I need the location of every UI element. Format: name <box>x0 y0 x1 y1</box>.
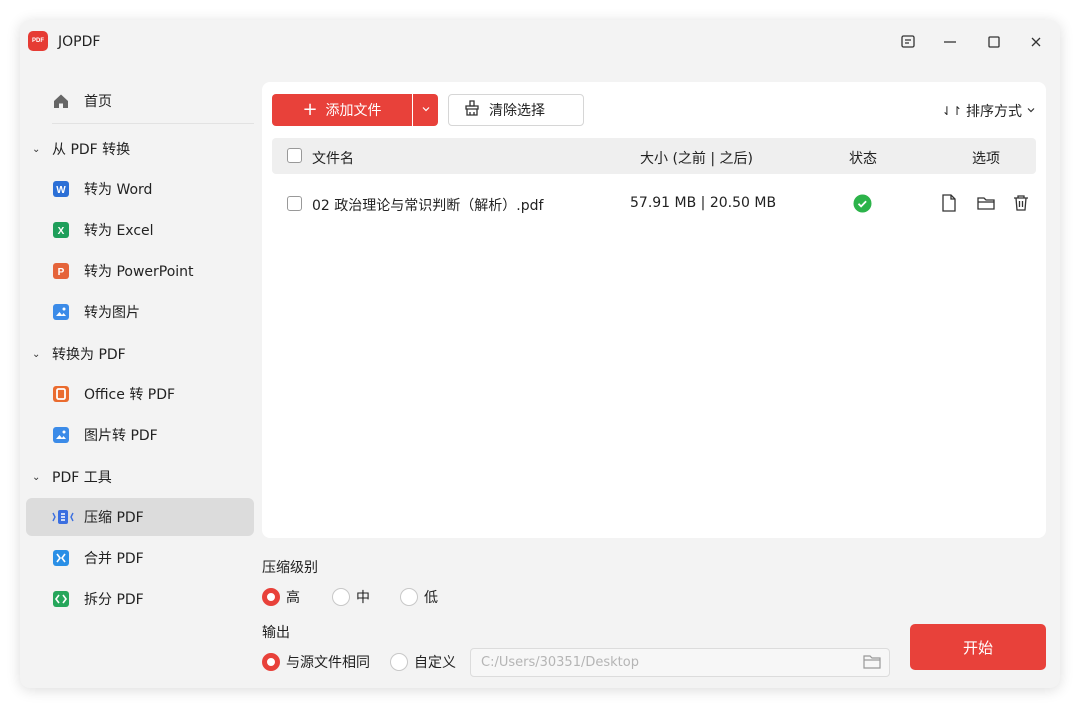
excel-icon: X <box>52 221 70 239</box>
chevron-down-icon <box>1026 103 1036 119</box>
radio-dot <box>262 588 280 606</box>
select-all-checkbox[interactable] <box>287 148 302 163</box>
delete-icon[interactable] <box>1012 193 1032 213</box>
output-path-field[interactable]: C:/Users/30351/Desktop <box>470 648 890 677</box>
table-header: 文件名 大小 (之前 | 之后) 状态 选项 <box>272 138 1036 174</box>
sidebar-item-image-to-pdf[interactable]: 图片转 PDF <box>26 416 254 454</box>
maximize-button[interactable] <box>980 30 1008 54</box>
sidebar-group-to-pdf[interactable]: ⌄ 转换为 PDF <box>26 337 254 371</box>
close-button[interactable] <box>1022 30 1050 54</box>
file-name: 02 政治理论与常识判断（解析）.pdf <box>312 198 544 214</box>
compression-level-label: 压缩级别 <box>262 560 318 576</box>
sidebar-item-office-to-pdf[interactable]: Office 转 PDF <box>26 375 254 413</box>
sidebar-item-home[interactable]: 首页 <box>26 82 254 120</box>
sidebar-item-label: 转为 Excel <box>84 223 154 239</box>
divider <box>52 123 254 124</box>
sidebar-item-label: 转为图片 <box>84 305 140 321</box>
home-icon <box>52 92 70 110</box>
compression-low-radio[interactable]: 低 <box>400 587 438 607</box>
office-icon <box>52 385 70 403</box>
add-file-dropdown[interactable] <box>413 94 438 126</box>
sort-icon: ⇃↾ <box>941 104 962 118</box>
table-row: 02 政治理论与常识判断（解析）.pdf 57.91 MB | 20.50 MB <box>272 184 1036 222</box>
chevron-down-icon <box>421 102 431 118</box>
sort-button[interactable]: ⇃↾ 排序方式 <box>942 101 1036 121</box>
sidebar-item-merge-pdf[interactable]: 合并 PDF <box>26 539 254 577</box>
svg-text:X: X <box>58 226 65 237</box>
plus-icon: + <box>302 99 318 120</box>
sidebar-item-label: Office 转 PDF <box>84 387 176 403</box>
broom-icon <box>463 99 481 121</box>
compress-icon <box>52 508 74 526</box>
radio-dot <box>390 653 408 671</box>
column-header-status: 状态 <box>849 151 877 167</box>
image-icon <box>52 426 70 444</box>
split-icon <box>52 590 70 608</box>
merge-icon <box>52 549 70 567</box>
sidebar-item-to-word[interactable]: W 转为 Word <box>26 170 254 208</box>
output-path-placeholder: C:/Users/30351/Desktop <box>481 655 639 670</box>
radio-label: 高 <box>286 590 300 606</box>
image-icon <box>52 303 70 321</box>
start-button[interactable]: 开始 <box>910 624 1046 670</box>
sidebar-group-label: 转换为 PDF <box>52 347 126 363</box>
sidebar-item-to-excel[interactable]: X 转为 Excel <box>26 211 254 249</box>
title-bar: PDF JOPDF <box>20 20 1060 64</box>
sidebar-item-label: 转为 Word <box>84 182 153 198</box>
word-icon: W <box>52 180 70 198</box>
chevron-down-icon: ⌄ <box>32 143 41 155</box>
radio-dot <box>332 588 350 606</box>
chevron-down-icon: ⌄ <box>32 348 41 360</box>
svg-text:W: W <box>56 185 66 196</box>
sort-label: 排序方式 <box>966 104 1022 120</box>
sidebar-item-to-image[interactable]: 转为图片 <box>26 293 254 331</box>
file-panel: + 添加文件 清除选择 ⇃↾ 排序方式 文件名 大小 (之前 | 之后) 状态 <box>262 82 1046 538</box>
file-size: 57.91 MB | 20.50 MB <box>630 195 777 211</box>
radio-dot <box>400 588 418 606</box>
sidebar-group-label: PDF 工具 <box>52 470 112 486</box>
radio-label: 低 <box>424 590 438 606</box>
powerpoint-icon: P <box>52 262 70 280</box>
minimize-button[interactable] <box>936 30 964 54</box>
clear-selection-button[interactable]: 清除选择 <box>448 94 584 126</box>
sidebar-item-label: 图片转 PDF <box>84 428 158 444</box>
output-custom-radio[interactable]: 自定义 <box>390 652 456 672</box>
sidebar-item-label: 拆分 PDF <box>84 592 144 608</box>
sidebar-item-to-powerpoint[interactable]: P 转为 PowerPoint <box>26 252 254 290</box>
column-header-size: 大小 (之前 | 之后) <box>640 151 753 167</box>
sidebar-group-from-pdf[interactable]: ⌄ 从 PDF 转换 <box>26 132 254 166</box>
sidebar-item-label: 转为 PowerPoint <box>84 264 194 280</box>
radio-label: 中 <box>356 590 370 606</box>
svg-text:P: P <box>58 267 65 278</box>
app-window: PDF JOPDF 首页 ⌄ 从 PDF 转换 W 转为 Word X 转为 E… <box>20 20 1060 688</box>
sidebar-group-label: 从 PDF 转换 <box>52 142 131 158</box>
clear-selection-label: 清除选择 <box>489 103 545 119</box>
open-folder-icon[interactable] <box>976 193 996 213</box>
sidebar-item-label: 首页 <box>84 94 112 110</box>
add-file-button[interactable]: + 添加文件 <box>272 94 412 126</box>
add-file-label: 添加文件 <box>325 103 382 119</box>
sidebar-item-split-pdf[interactable]: 拆分 PDF <box>26 580 254 618</box>
sidebar-item-compress-pdf[interactable]: 压缩 PDF <box>26 498 254 536</box>
open-file-icon[interactable] <box>940 193 960 213</box>
column-header-name: 文件名 <box>312 151 354 167</box>
output-label: 输出 <box>262 625 290 641</box>
app-logo-icon: PDF <box>28 31 48 51</box>
app-title: JOPDF <box>58 34 101 50</box>
output-same-as-source-radio[interactable]: 与源文件相同 <box>262 652 370 672</box>
column-header-options: 选项 <box>972 151 1000 167</box>
browse-folder-icon[interactable] <box>863 654 881 670</box>
chevron-down-icon: ⌄ <box>32 471 41 483</box>
sidebar-group-pdf-tools[interactable]: ⌄ PDF 工具 <box>26 460 254 494</box>
compression-high-radio[interactable]: 高 <box>262 587 300 607</box>
status-success-icon <box>853 194 872 217</box>
sidebar-item-label: 压缩 PDF <box>84 510 144 526</box>
row-checkbox[interactable] <box>287 196 302 211</box>
radio-label: 与源文件相同 <box>286 655 370 671</box>
radio-label: 自定义 <box>414 655 456 671</box>
compression-medium-radio[interactable]: 中 <box>332 587 370 607</box>
feedback-icon[interactable] <box>894 30 922 54</box>
radio-dot <box>262 653 280 671</box>
sidebar-item-label: 合并 PDF <box>84 551 144 567</box>
